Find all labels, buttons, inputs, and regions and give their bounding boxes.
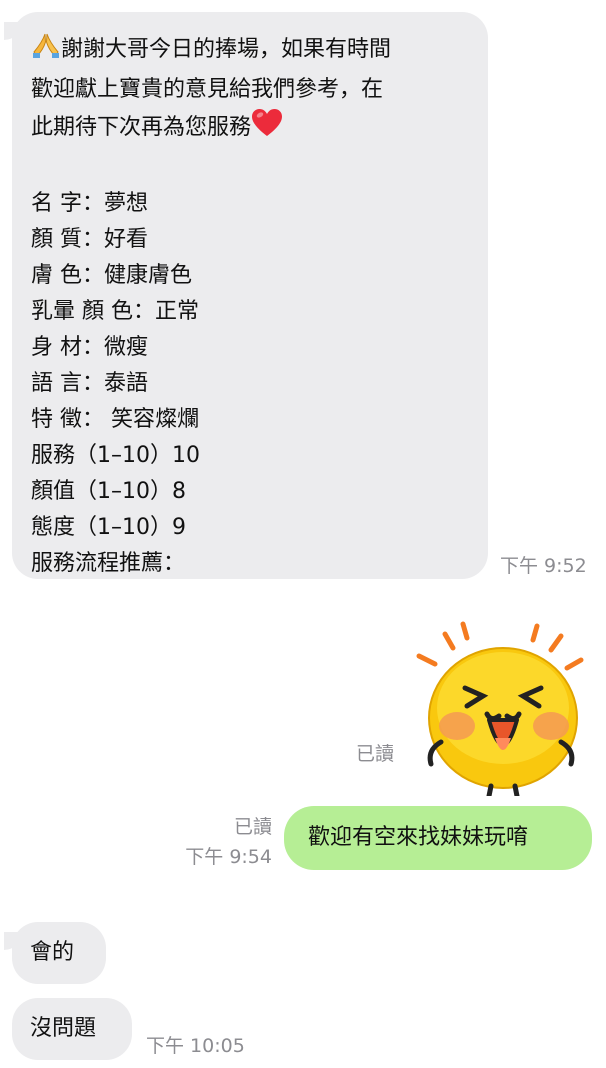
- read-receipt: 已讀: [356, 743, 395, 765]
- incoming-message[interactable]: 會的: [12, 922, 106, 984]
- folded-hands-icon: [31, 30, 61, 72]
- message-line: 顏 質：好看: [31, 227, 148, 252]
- message-line: [31, 150, 391, 186]
- message-timestamp: 下午 9:54: [185, 846, 272, 868]
- message-line-text: 謝謝大哥今日的捧場，如果有時間: [61, 37, 392, 62]
- message-line: 名 字：夢想: [31, 191, 148, 216]
- message-line: 特 徵： 笑容燦爛: [31, 407, 199, 432]
- incoming-message-review[interactable]: 謝謝大哥今日的捧場，如果有時間 歡迎獻上寶貴的意見給我們參考，在 此期待下次再為…: [12, 12, 488, 579]
- message-timestamp: 下午 9:52: [500, 555, 587, 577]
- message-line: 顏值（1–10）8: [31, 479, 186, 504]
- outgoing-message[interactable]: 歡迎有空來找妹妹玩唷: [284, 806, 592, 870]
- message-line: 此期待下次再為您服務: [31, 108, 391, 150]
- message-text: 歡迎有空來找妹妹玩唷: [308, 825, 529, 850]
- message-text: 沒問題: [30, 1016, 97, 1041]
- laughing-face-sticker-icon[interactable]: [411, 616, 591, 799]
- message-content: 謝謝大哥今日的捧場，如果有時間 歡迎獻上寶貴的意見給我們參考，在 此期待下次再為…: [31, 30, 391, 582]
- message-text: 會的: [30, 940, 75, 965]
- message-line: 身 材：微瘦: [31, 335, 148, 360]
- message-line: 服務流程推薦：: [31, 551, 186, 576]
- message-timestamp: 下午 10:05: [146, 1035, 245, 1057]
- message-line: 乳暈 顏 色：正常: [31, 299, 199, 324]
- incoming-message[interactable]: 沒問題: [12, 998, 132, 1060]
- message-line: 語 言：泰語: [31, 371, 148, 396]
- chat-view: 謝謝大哥今日的捧場，如果有時間 歡迎獻上寶貴的意見給我們參考，在 此期待下次再為…: [0, 0, 606, 1068]
- message-line: 謝謝大哥今日的捧場，如果有時間: [31, 30, 391, 72]
- red-heart-icon: [251, 108, 283, 150]
- message-line: 膚 色：健康膚色: [31, 263, 192, 288]
- message-line: 歡迎獻上寶貴的意見給我們參考，在: [31, 77, 384, 102]
- read-receipt: 已讀: [233, 816, 272, 838]
- message-line-text: 此期待下次再為您服務: [31, 115, 252, 140]
- message-line: 服務（1–10）10: [31, 443, 200, 468]
- message-line: 態度（1–10）9: [31, 515, 186, 540]
